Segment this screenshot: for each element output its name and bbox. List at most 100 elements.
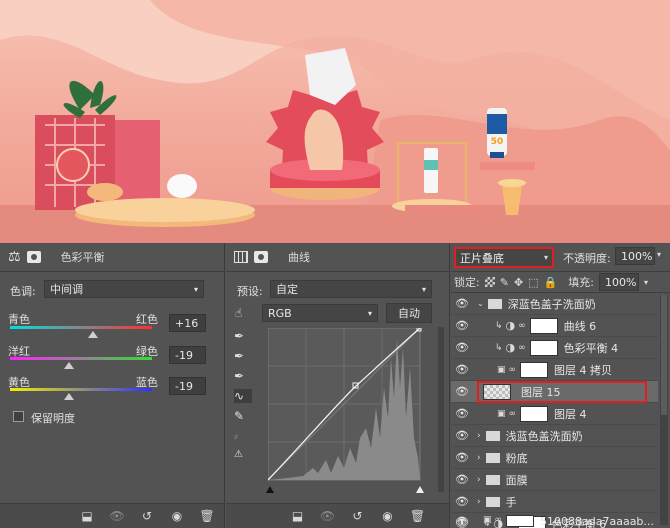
curves-adjust-icon: ◑ (505, 319, 516, 332)
preserve-luminosity-checkbox[interactable] (13, 411, 24, 422)
chevron-right-icon[interactable]: › (477, 497, 481, 507)
chevron-down-icon: ▾ (543, 253, 548, 262)
layer-name: 图层 15 (521, 385, 561, 399)
reset-icon[interactable]: ↺ (138, 508, 156, 524)
clip-to-layer-icon[interactable]: ⬓ (289, 508, 307, 524)
lock-artboard-icon[interactable]: ⬚ (528, 276, 538, 289)
link-icon: ∞ (508, 364, 517, 375)
preset-select[interactable]: 自定 ▾ (270, 280, 432, 298)
scrollbar-thumb[interactable] (661, 295, 667, 415)
tone-select-value: 中间调 (50, 283, 83, 296)
layer-row[interactable]: 👁 ▣ ∞ 图层 4 (451, 403, 658, 425)
slider-left-label: 青色 (8, 313, 30, 326)
reset-icon[interactable]: ↺ (349, 508, 367, 524)
layer-row[interactable]: 👁 ▣ ∞ 510088ada7aaaab... (451, 515, 658, 528)
visibility-eye-icon[interactable]: 👁 (451, 363, 473, 376)
tone-select[interactable]: 中间调 ▾ (44, 280, 204, 298)
layer-row[interactable]: 👁 ↳ ◑ ∞ 曲线 6 (451, 315, 658, 337)
fill-input[interactable]: 100% (598, 273, 639, 291)
opacity-input[interactable]: 100% (615, 247, 655, 265)
clip-arrow-icon: ↳ (495, 320, 503, 331)
clip-to-layer-icon[interactable]: ⬓ (78, 508, 96, 524)
visibility-eye-icon[interactable]: 👁 (451, 451, 473, 464)
layer-row[interactable]: 👁 › 手 (451, 491, 658, 513)
tone-label: 色调: (10, 285, 36, 298)
preserve-luminosity-label: 保留明度 (31, 412, 75, 425)
layer-row[interactable]: 👁 ▣ ∞ 图层 4 拷贝 (451, 359, 658, 381)
visibility-eye-icon[interactable]: 👁 (451, 515, 473, 528)
layer-row-selected[interactable]: 👁 图层 15 (451, 380, 658, 403)
visibility-eye-icon[interactable]: 👁 (451, 319, 473, 332)
layer-row[interactable]: 👁 › 粉底 (451, 447, 658, 469)
white-input-slider[interactable] (416, 486, 424, 493)
layer-thumbnail (506, 515, 535, 527)
preset-select-value: 自定 (276, 283, 298, 296)
chevron-right-icon[interactable]: › (477, 431, 481, 441)
visibility-eye-icon[interactable]: 👁 (451, 495, 473, 508)
layer-name: 手 (505, 495, 517, 509)
channel-select[interactable]: RGB ▾ (262, 304, 378, 322)
panel-title: 色彩平衡 (60, 251, 105, 264)
magenta-green-value-input[interactable]: -19 (169, 346, 206, 364)
color-balance-header: ⚖ 色彩平衡 (0, 243, 224, 272)
visibility-eye-icon[interactable]: ◉ (168, 508, 186, 524)
trash-icon[interactable]: 🗑 (409, 508, 427, 524)
visibility-eye-icon[interactable]: 👁 (451, 473, 473, 486)
layer-row[interactable]: 👁 ⌄ 深蓝色盖子洗面奶 (451, 293, 658, 315)
auto-button[interactable]: 自动 (386, 303, 432, 323)
chevron-down-icon[interactable]: ▾ (644, 278, 648, 287)
yellow-blue-value-input[interactable]: -19 (169, 377, 206, 395)
preset-label: 预设: (237, 285, 263, 298)
view-previous-icon[interactable]: 👁 (319, 508, 337, 524)
slider-right-label: 红色 (136, 313, 158, 326)
curves-tools: ✒ ✒ ✒ ∿ ✎ ⸗ ⚠ (234, 329, 252, 460)
visibility-eye-icon[interactable]: 👁 (451, 407, 473, 420)
lock-move-icon[interactable]: ✥ (514, 276, 523, 289)
targeted-adjust-icon[interactable]: ☝ (235, 306, 242, 320)
curves-scrollbar[interactable] (438, 327, 444, 492)
curves-graph[interactable] (268, 328, 428, 488)
lock-all-icon[interactable]: 🔒 (544, 276, 558, 289)
chevron-right-icon[interactable]: › (477, 453, 481, 463)
canvas-artwork: 50 (0, 0, 670, 243)
document-canvas[interactable]: 50 (0, 0, 670, 243)
black-input-slider[interactable] (266, 486, 274, 493)
link-icon: ∞ (508, 408, 517, 419)
blend-mode-select[interactable]: 正片叠底 ▾ (454, 247, 554, 268)
magenta-green-slider-thumb[interactable] (64, 362, 74, 369)
yellow-blue-slider-thumb[interactable] (64, 393, 74, 400)
chevron-down-icon[interactable]: ⌄ (477, 299, 484, 308)
layer-row[interactable]: 👁 ↳ ◑ ∞ 色彩平衡 4 (451, 337, 658, 359)
cyan-red-slider-thumb[interactable] (88, 331, 98, 338)
layers-scrollbar[interactable] (660, 295, 668, 525)
folder-icon (485, 452, 500, 463)
mask-icon[interactable] (254, 251, 268, 263)
visibility-eye-icon[interactable]: ◉ (379, 508, 397, 524)
curve-edit-icon[interactable]: ∿ (234, 389, 252, 403)
layer-name: 深蓝色盖子洗面奶 (507, 297, 596, 311)
chevron-right-icon[interactable]: › (477, 475, 481, 485)
white-point-eyedropper-icon[interactable]: ✒ (234, 369, 252, 383)
cyan-red-ramp (10, 326, 152, 329)
channel-select-value: RGB (268, 306, 292, 320)
layer-row[interactable]: 👁 › 面膜 (451, 469, 658, 491)
pencil-icon[interactable]: ✎ (234, 409, 252, 423)
smooth-icon[interactable]: ⸗ (234, 429, 252, 443)
view-previous-icon[interactable]: 👁 (108, 508, 126, 524)
gray-point-eyedropper-icon[interactable]: ✒ (234, 349, 252, 363)
black-point-eyedropper-icon[interactable]: ✒ (234, 329, 252, 343)
curves-panel-footer: ⬓ 👁 ↺ ◉ 🗑 (226, 503, 449, 528)
trash-icon[interactable]: 🗑 (198, 508, 216, 524)
smart-object-icon: ▣ (497, 364, 506, 375)
visibility-eye-icon[interactable]: 👁 (451, 341, 473, 354)
chevron-down-icon[interactable]: ▾ (657, 250, 661, 259)
cyan-red-value-input[interactable]: +16 (169, 314, 206, 332)
clipping-warning-icon[interactable]: ⚠ (234, 449, 252, 460)
lock-paint-icon[interactable]: ✎ (500, 276, 509, 289)
visibility-eye-icon[interactable]: 👁 (451, 297, 473, 310)
visibility-eye-icon[interactable]: 👁 (451, 385, 473, 398)
lock-transparent-icon[interactable] (484, 277, 495, 287)
mask-icon[interactable] (26, 251, 41, 263)
visibility-eye-icon[interactable]: 👁 (451, 429, 473, 442)
layer-row[interactable]: 👁 › 浅蓝色盖洗面奶 (451, 425, 658, 447)
